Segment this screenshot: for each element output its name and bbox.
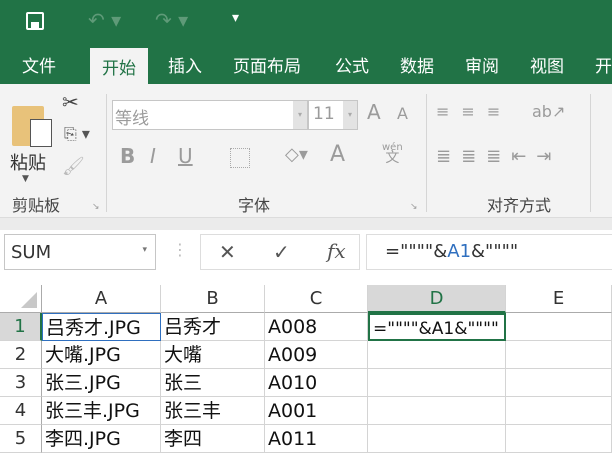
redo-icon[interactable]: ↷ ▾ — [155, 8, 188, 32]
cell-D5[interactable] — [368, 425, 506, 453]
paste-label: 粘贴 — [10, 153, 46, 174]
row-header[interactable]: 3 — [0, 369, 42, 397]
cell-C5[interactable]: A011 — [265, 425, 368, 453]
tab-home[interactable]: 开始 — [90, 48, 148, 84]
column-header-c[interactable]: C — [265, 285, 368, 313]
row-header[interactable]: 1 — [0, 313, 42, 341]
cell-B1[interactable]: 吕秀才 — [161, 313, 265, 341]
cell-A2[interactable]: 大嘴.JPG — [42, 341, 161, 369]
grow-font-button[interactable]: A — [367, 100, 381, 124]
bold-button[interactable]: B — [120, 144, 135, 168]
column-header-d[interactable]: D — [368, 285, 506, 313]
cell-B5[interactable]: 李四 — [161, 425, 265, 453]
font-group-label: 字体 — [238, 196, 271, 215]
font-size-select[interactable]: 11 ▾ — [308, 100, 358, 130]
ribbon-bottom-strip — [0, 218, 612, 230]
cell-E1[interactable] — [506, 313, 612, 341]
formula-buttons: ✕ ✓ fx — [200, 234, 360, 270]
save-icon[interactable] — [26, 12, 44, 30]
tab-developer[interactable]: 开 — [595, 52, 612, 77]
row-header[interactable]: 4 — [0, 397, 42, 425]
phonetic-button[interactable]: wén 文 — [382, 142, 403, 165]
cell-E4[interactable] — [506, 397, 612, 425]
shrink-font-button[interactable]: A — [397, 104, 408, 123]
cell-E2[interactable] — [506, 341, 612, 369]
cut-icon[interactable]: ✂ — [62, 90, 79, 114]
resize-handle-icon[interactable]: ⋮ — [172, 240, 188, 259]
column-header-a[interactable]: A — [42, 285, 161, 313]
cell-A1[interactable]: 吕秀才.JPG — [42, 313, 161, 341]
clipboard-group-label: 剪贴板 — [12, 196, 61, 215]
tab-review[interactable]: 审阅 — [465, 52, 499, 77]
cell-A4[interactable]: 张三丰.JPG — [42, 397, 161, 425]
customize-qat-icon[interactable]: ▾ — [232, 10, 239, 26]
cell-A5[interactable]: 李四.JPG — [42, 425, 161, 453]
borders-icon[interactable] — [230, 148, 250, 168]
copy-icon[interactable]: ⎘ ▾ — [64, 124, 90, 144]
fill-color-icon[interactable]: ◇▾ — [285, 144, 308, 165]
tab-file[interactable]: 文件 — [22, 52, 56, 77]
font-name-select[interactable]: 等线 ▾ — [112, 100, 308, 130]
cell-D2[interactable] — [368, 341, 506, 369]
italic-button[interactable]: I — [150, 144, 156, 168]
cell-D4[interactable] — [368, 397, 506, 425]
row-header[interactable]: 2 — [0, 341, 42, 369]
ribbon: 粘贴 ▼ ✂ ⎘ ▾ 🖌 剪贴板 ↘ 等线 ▾ 11 ▾ A A B I U ◇… — [0, 84, 612, 218]
title-bar: ↶ ▾ ↷ ▾ ▾ — [0, 0, 612, 42]
ribbon-tabs: 文件 开始 插入 页面布局 公式 数据 审阅 视图 开 — [0, 42, 612, 84]
tab-formulas[interactable]: 公式 — [335, 52, 369, 77]
orientation-icon[interactable]: ab↗ — [532, 102, 565, 121]
name-box[interactable]: SUM ▾ — [4, 234, 156, 270]
cell-E5[interactable] — [506, 425, 612, 453]
cell-B4[interactable]: 张三丰 — [161, 397, 265, 425]
column-header-b[interactable]: B — [161, 285, 265, 313]
horizontal-align-icons[interactable]: ≣≣≣⇤⇥ — [436, 146, 561, 167]
cell-C4[interactable]: A001 — [265, 397, 368, 425]
cell-C2[interactable]: A009 — [265, 341, 368, 369]
cell-D1[interactable]: =""""&A1&"""" — [368, 313, 506, 341]
font-color-button[interactable]: A — [330, 142, 345, 167]
cell-A3[interactable]: 张三.JPG — [42, 369, 161, 397]
formula-input[interactable]: =""""&A1&"""" — [366, 234, 612, 270]
vertical-align-icons[interactable]: ≡≡≡ — [436, 102, 512, 121]
cell-B2[interactable]: 大嘴 — [161, 341, 265, 369]
column-header-e[interactable]: E — [506, 285, 612, 313]
cell-B3[interactable]: 张三 — [161, 369, 265, 397]
row-header[interactable]: 5 — [0, 425, 42, 453]
cell-C1[interactable]: A008 — [265, 313, 368, 341]
cell-E3[interactable] — [506, 369, 612, 397]
dialog-launcher-icon[interactable]: ↘ — [92, 202, 100, 212]
select-all-button[interactable] — [0, 285, 42, 313]
tab-page-layout[interactable]: 页面布局 — [233, 52, 301, 77]
cancel-button[interactable]: ✕ — [219, 240, 236, 264]
insert-function-button[interactable]: fx — [327, 239, 346, 263]
alignment-group-label: 对齐方式 — [487, 196, 552, 215]
formula-bar: SUM ▾ ⋮ ✕ ✓ fx =""""&A1&"""" — [0, 230, 612, 285]
cell-D3[interactable] — [368, 369, 506, 397]
enter-button[interactable]: ✓ — [273, 240, 290, 264]
format-painter-icon[interactable]: 🖌 — [62, 156, 85, 177]
cell-C3[interactable]: A010 — [265, 369, 368, 397]
tab-data[interactable]: 数据 — [400, 52, 434, 77]
underline-button[interactable]: U — [178, 144, 193, 168]
font-dialog-launcher-icon[interactable]: ↘ — [410, 202, 418, 212]
undo-icon[interactable]: ↶ ▾ — [88, 8, 121, 32]
paste-button[interactable]: 粘贴 ▼ — [10, 94, 54, 184]
tab-insert[interactable]: 插入 — [168, 52, 202, 77]
tab-view[interactable]: 视图 — [530, 52, 564, 77]
